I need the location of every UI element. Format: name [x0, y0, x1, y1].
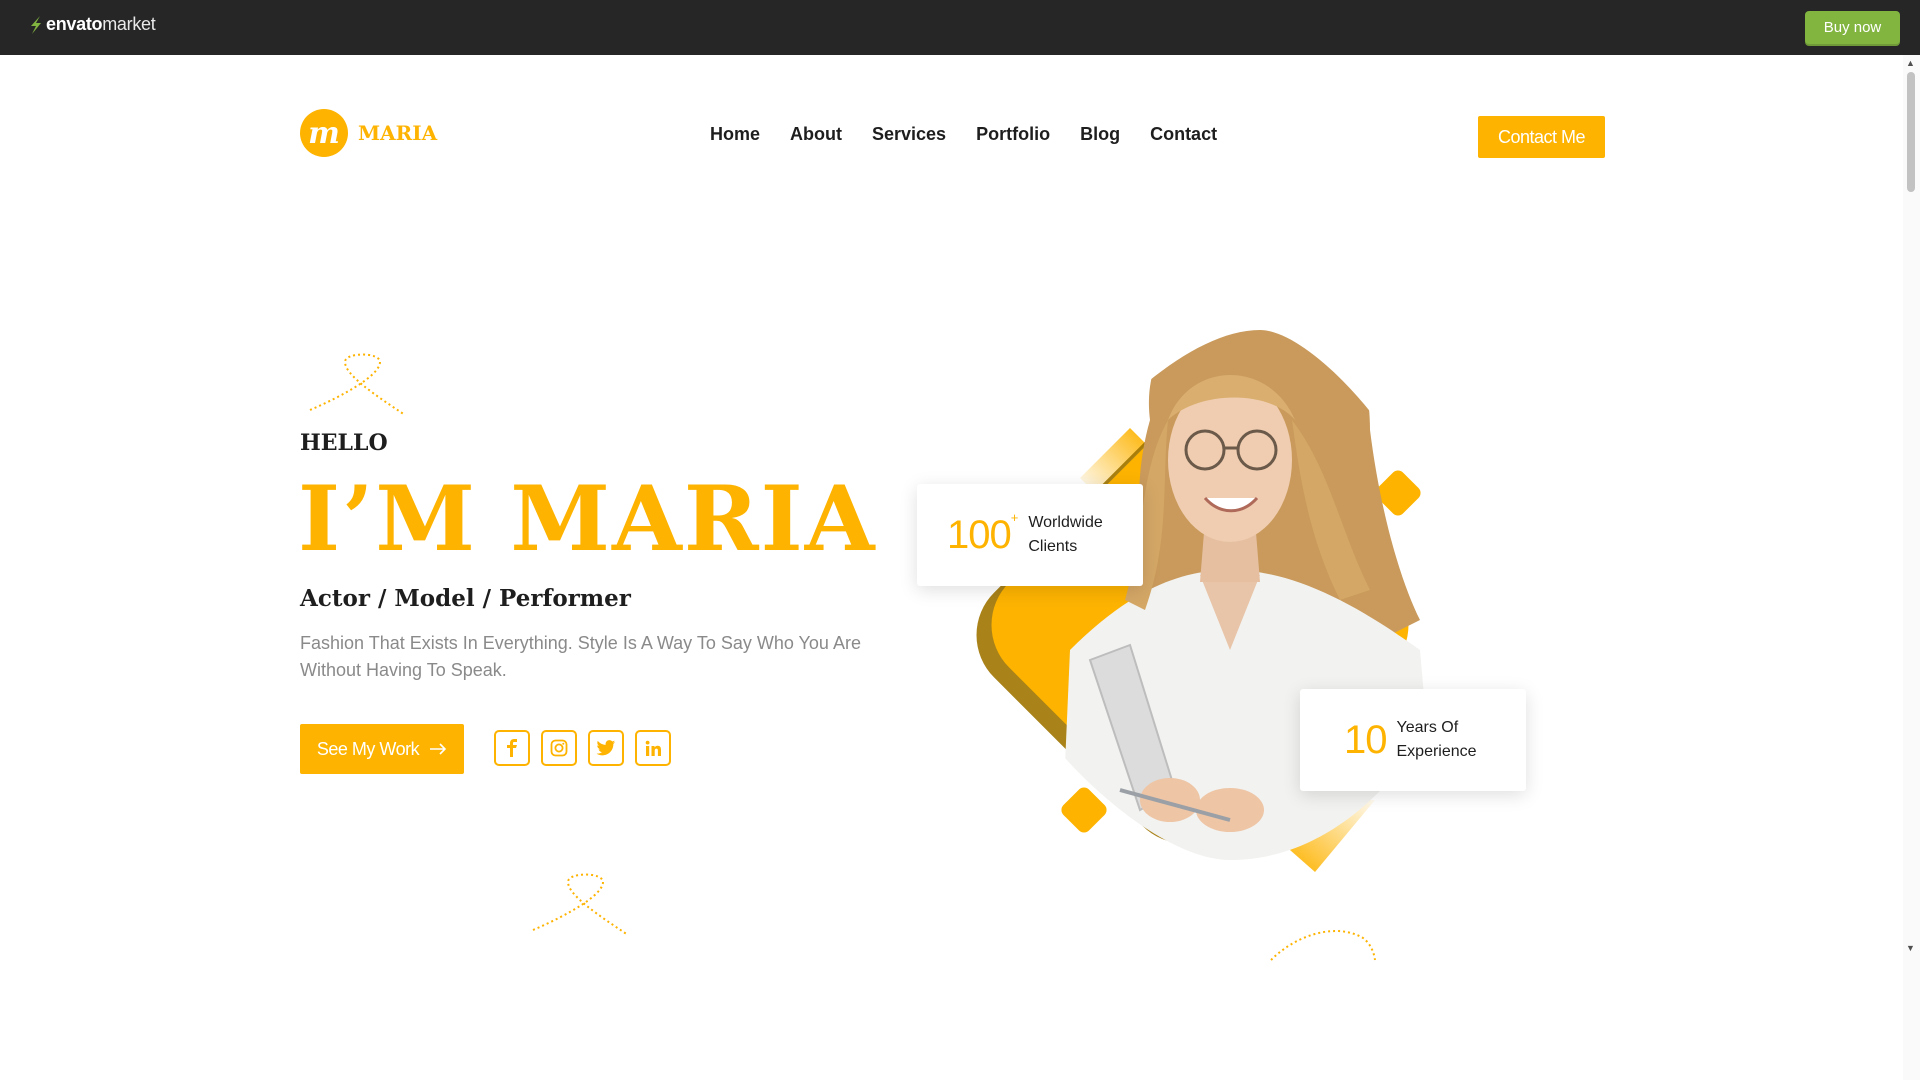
- see-my-work-label: See My Work: [316, 738, 420, 759]
- envato-leaf-icon: [31, 15, 41, 34]
- years-label-line2: Experience: [1396, 743, 1477, 760]
- hero-roles: Actor / Model / Performer: [300, 585, 631, 612]
- nav-portfolio[interactable]: Portfolio: [976, 124, 1050, 145]
- stat-card-clients: 100 + Worldwide Clients: [917, 484, 1143, 586]
- see-my-work-button[interactable]: See My Work: [300, 724, 464, 774]
- nav-about[interactable]: About: [790, 124, 842, 145]
- scroll-down-arrow-icon[interactable]: ▼: [1906, 943, 1915, 953]
- nav-services[interactable]: Services: [872, 124, 946, 145]
- logo-mark: m: [300, 109, 348, 157]
- scrollbar-thumb[interactable]: [1907, 72, 1915, 192]
- clients-label: Worldwide Clients: [1028, 511, 1102, 559]
- envato-top-bar: envato market Buy now: [0, 0, 1920, 55]
- contact-me-button[interactable]: Contact Me: [1478, 116, 1605, 158]
- years-label: Years Of Experience: [1397, 716, 1477, 764]
- stat-card-experience: 10 Years Of Experience: [1300, 689, 1526, 791]
- site-logo[interactable]: m MARIA: [300, 109, 437, 157]
- years-label-line1: Years Of: [1396, 719, 1459, 736]
- social-links: [494, 730, 671, 766]
- hero-title: I’M MARIA: [298, 466, 877, 572]
- clients-label-line1: Worldwide: [1028, 514, 1103, 531]
- nav-contact[interactable]: Contact: [1150, 124, 1217, 145]
- linkedin-icon[interactable]: [635, 730, 671, 766]
- envato-brand-text: envato: [46, 14, 103, 34]
- instagram-icon[interactable]: [541, 730, 577, 766]
- buy-now-button[interactable]: Buy now: [1805, 11, 1900, 44]
- arrow-right-icon: [430, 743, 447, 755]
- clients-number: 100: [947, 512, 1012, 557]
- dotted-loop-decoration-bottom: [532, 873, 629, 936]
- hero-tagline: Fashion That Exists In Everything. Style…: [300, 633, 861, 680]
- main-nav: Home About Services Portfolio Blog Conta…: [710, 124, 1247, 145]
- scrollbar-track[interactable]: [1903, 55, 1920, 1080]
- scroll-up-arrow-icon[interactable]: ▲: [1906, 58, 1915, 68]
- envato-market-text: market: [102, 14, 156, 34]
- facebook-icon[interactable]: [494, 730, 530, 766]
- hero-greeting: HELLO: [300, 430, 388, 456]
- dotted-loop-decoration: [309, 353, 406, 416]
- nav-home[interactable]: Home: [710, 124, 760, 145]
- twitter-icon[interactable]: [588, 730, 624, 766]
- hero-illustration: [976, 330, 1440, 872]
- years-number: 10: [1344, 717, 1387, 762]
- clients-label-line2: Clients: [1028, 538, 1078, 555]
- logo-text: MARIA: [358, 121, 438, 145]
- envato-logo[interactable]: envato market: [28, 14, 156, 35]
- clients-plus: +: [1010, 510, 1019, 525]
- nav-blog[interactable]: Blog: [1080, 124, 1120, 145]
